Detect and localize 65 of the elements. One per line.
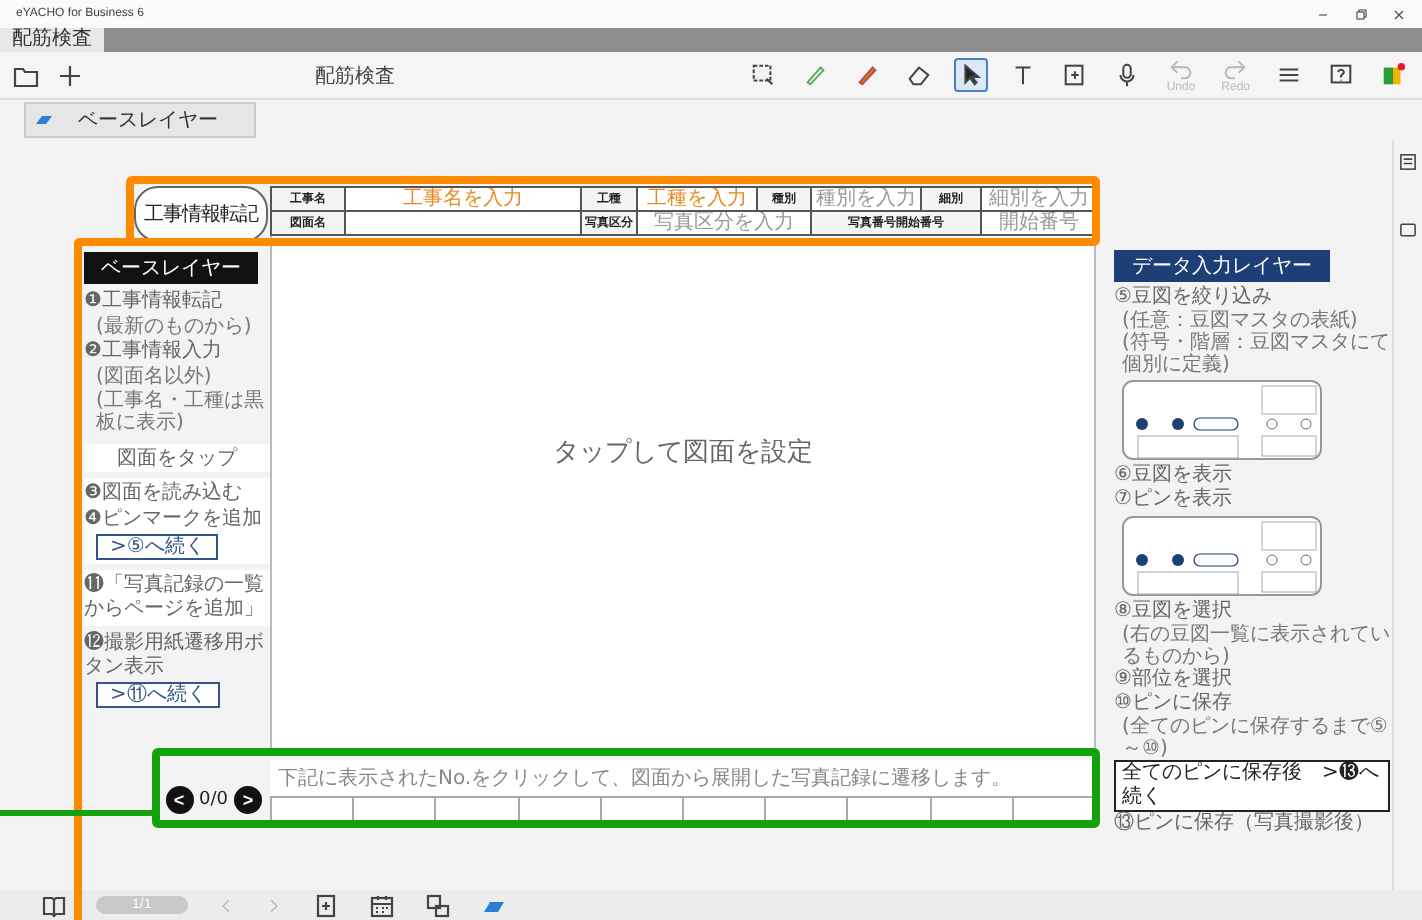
insert-icon xyxy=(1062,62,1089,88)
instruction-note: (最新のものから) xyxy=(94,316,254,338)
eraser-icon xyxy=(34,113,54,127)
pointer-icon xyxy=(958,62,985,88)
transfer-button[interactable]: 工事情報転記 xyxy=(134,186,268,242)
instruction-note: (図面名以外) xyxy=(94,366,214,388)
document-title: 配筋検査 xyxy=(313,63,398,89)
plus-icon[interactable] xyxy=(56,61,84,89)
canvas-prompt: タップして図面を設定 xyxy=(553,436,813,470)
continue-label: >⑪へ続く xyxy=(96,682,221,708)
instruction-step: ⓬撮影用紙遷移用ボタン表示 xyxy=(84,632,270,680)
panel-icon[interactable] xyxy=(1398,152,1418,172)
instruction-step: ❷工事情報入力 xyxy=(84,340,270,364)
instruction-step: ⓫「写真記録の一覧からページを追加」 xyxy=(84,574,270,622)
next-button[interactable]: > xyxy=(234,786,262,814)
instruction-heading: 図面をタップ xyxy=(84,444,270,472)
instruction-step: ⑤豆図を絞り込み xyxy=(1114,286,1390,310)
pointer-tool[interactable] xyxy=(954,58,989,92)
input-field[interactable]: 工事名を入力 xyxy=(346,188,582,212)
instruction-step: ⑦ピンを表示 xyxy=(1114,488,1390,512)
instruction-step: ⑬ピンに保存（写真撮影後） xyxy=(1114,812,1390,836)
instruction-step: ❹ピンマークを追加 xyxy=(84,508,270,532)
pen-icon xyxy=(854,62,881,88)
select-rectangle-icon xyxy=(750,62,777,88)
previous-button[interactable]: < xyxy=(165,786,194,814)
instruction-note: (右の豆図一覧に表示されているものから) xyxy=(1120,624,1390,668)
add-page-icon[interactable] xyxy=(311,891,340,919)
menu-icon xyxy=(1276,62,1302,88)
continue-label: 全てのピンに保存後 >⓭へ続く xyxy=(1114,760,1390,812)
redo-icon xyxy=(1222,56,1249,82)
restore-icon[interactable] xyxy=(1354,7,1368,21)
color-palette-icon xyxy=(1380,62,1406,88)
input-field[interactable]: 開始番号 xyxy=(982,212,1098,236)
input-field[interactable]: 工種を入力 xyxy=(638,188,758,212)
layer-banner: ベースレイヤー xyxy=(84,252,258,284)
layer-banner: データ入力レイヤー xyxy=(1114,250,1330,282)
drawing-canvas[interactable]: タップして図面を設定 xyxy=(270,236,1096,748)
input-field[interactable]: 細別を入力 xyxy=(982,188,1098,212)
input-field[interactable]: 写真区分を入力 xyxy=(638,212,812,236)
instruction-step: ⑥豆図を表示 xyxy=(1114,464,1390,488)
instruction-note: (任意：豆図マスタの表紙) xyxy=(1120,310,1360,332)
pages-icon[interactable] xyxy=(423,891,452,919)
eraser-icon xyxy=(906,62,933,88)
instruction-step: ⑧豆図を選択 xyxy=(1114,600,1390,624)
pin-hint: 下記に表示されたNo.をクリックして、図面から展開した写真記録に遷移します。 xyxy=(270,760,1096,796)
undo-icon xyxy=(1167,56,1194,82)
document-tab[interactable]: 配筋検査 xyxy=(0,28,104,52)
continue-label: >⑤へ続く xyxy=(96,534,219,560)
close-icon[interactable] xyxy=(1392,7,1406,21)
instruction-note: (工事名・工種は黒板に表示) xyxy=(94,390,266,434)
instruction-note: (全てのピンに保存するまで⑤～⑩) xyxy=(1120,716,1390,760)
pen-icon xyxy=(802,62,829,88)
instruction-step: ⑩ピンに保存 xyxy=(1114,692,1390,716)
instruction-step: ❸図面を読み込む xyxy=(84,482,270,506)
input-field[interactable]: 種別を入力 xyxy=(812,188,922,212)
instruction-step: ⑨部位を選択 xyxy=(1114,668,1390,692)
instruction-note: (符号・階層：豆図マスタにて個別に定義) xyxy=(1120,332,1390,376)
calendar-icon[interactable] xyxy=(367,891,396,919)
window-icon[interactable] xyxy=(1398,220,1418,240)
pin-counter: 0/0 xyxy=(199,790,228,810)
layer-button[interactable]: ベースレイヤー xyxy=(24,102,256,138)
input-field[interactable] xyxy=(346,212,582,236)
help-icon xyxy=(1328,62,1354,88)
instruction-step: ❶工事情報転記 xyxy=(84,290,270,314)
book-icon[interactable] xyxy=(40,891,68,919)
